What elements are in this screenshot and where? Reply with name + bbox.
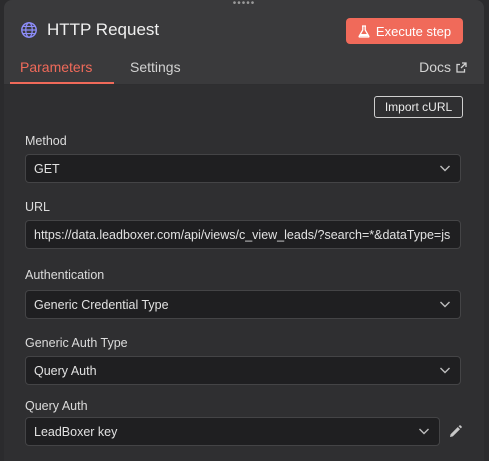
chevron-down-icon <box>419 428 429 435</box>
flask-icon <box>358 24 370 38</box>
generic-auth-type-value: Query Auth <box>34 363 97 378</box>
execute-step-label: Execute step <box>375 23 452 39</box>
globe-icon <box>21 22 37 38</box>
docs-link[interactable]: Docs <box>419 59 467 75</box>
external-link-icon <box>456 61 467 73</box>
method-select[interactable]: GET <box>25 154 461 183</box>
parameters-content: Import cURL Method GET URL https://data.… <box>4 85 484 461</box>
method-label: Method <box>25 134 67 148</box>
query-auth-select[interactable]: LeadBoxer key <box>25 417 440 446</box>
node-panel: ••••• HTTP Request Execute step Paramete… <box>4 0 484 461</box>
tab-parameters[interactable]: Parameters <box>20 59 92 75</box>
authentication-label: Authentication <box>25 268 105 282</box>
query-auth-label: Query Auth <box>25 399 88 413</box>
pencil-icon[interactable] <box>447 424 463 440</box>
generic-auth-type-select[interactable]: Query Auth <box>25 356 461 385</box>
tab-bar: Parameters Settings Docs <box>4 52 484 85</box>
execute-step-button[interactable]: Execute step <box>346 18 463 44</box>
docs-label: Docs <box>419 59 451 75</box>
authentication-select[interactable]: Generic Credential Type <box>25 290 461 319</box>
import-curl-button[interactable]: Import cURL <box>374 96 463 118</box>
chevron-down-icon <box>440 367 450 374</box>
url-input[interactable]: https://data.leadboxer.com/api/views/c_v… <box>25 220 461 249</box>
tab-settings[interactable]: Settings <box>130 59 181 75</box>
chevron-down-icon <box>440 165 450 172</box>
chevron-down-icon <box>440 301 450 308</box>
generic-auth-type-label: Generic Auth Type <box>25 336 128 350</box>
panel-header: HTTP Request Execute step <box>4 10 484 50</box>
url-label: URL <box>25 200 51 214</box>
node-title: HTTP Request <box>47 20 160 39</box>
authentication-value: Generic Credential Type <box>34 297 169 312</box>
drag-handle[interactable]: ••••• <box>233 0 256 9</box>
query-auth-value: LeadBoxer key <box>34 424 118 439</box>
url-value: https://data.leadboxer.com/api/views/c_v… <box>34 227 451 242</box>
method-value: GET <box>34 161 60 176</box>
active-tab-indicator <box>10 82 114 84</box>
